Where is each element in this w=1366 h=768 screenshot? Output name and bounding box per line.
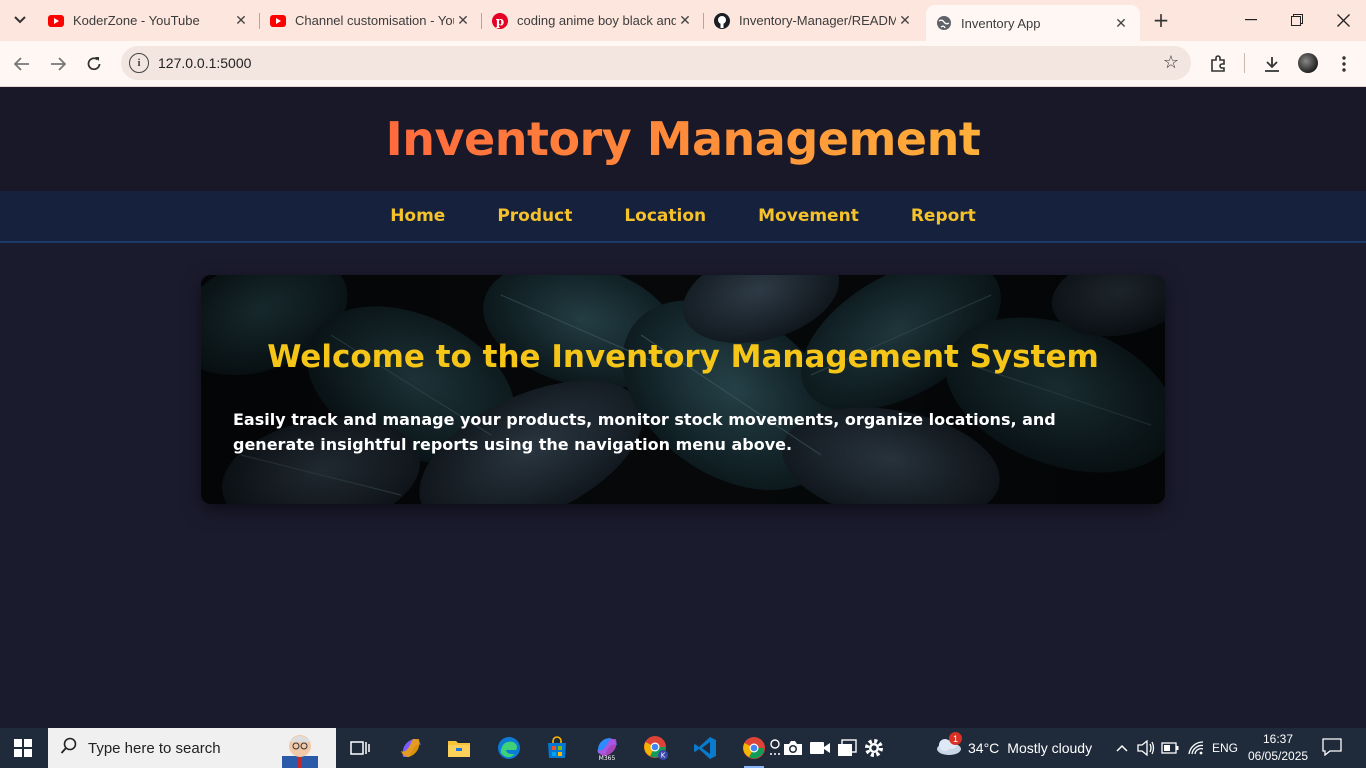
nav-link-home[interactable]: Home — [390, 206, 445, 226]
tab-koderzone[interactable]: KoderZone - YouTube ✕ — [38, 5, 260, 36]
wifi-icon[interactable] — [1184, 734, 1208, 762]
tab-pinterest[interactable]: p coding anime boy black and ✕ — [482, 5, 704, 36]
hero-description: Easily track and manage your products, m… — [233, 410, 1056, 454]
tab-title: coding anime boy black and — [517, 13, 676, 28]
hero-overlay — [201, 275, 1165, 504]
edge-browser-icon[interactable] — [495, 734, 523, 762]
tab-title: Channel customisation - You — [295, 13, 454, 28]
clock-time: 16:37 — [1262, 732, 1294, 746]
restore-icon[interactable] — [1274, 0, 1320, 40]
windows-start-icon[interactable] — [14, 739, 32, 757]
tab-channel-customisation[interactable]: Channel customisation - You ✕ — [260, 5, 482, 36]
address-bar[interactable]: i 127.0.0.1:5000 ☆ — [121, 46, 1191, 80]
browser-tab-strip: KoderZone - YouTube ✕ Channel customisat… — [0, 0, 1366, 41]
reload-icon[interactable] — [80, 50, 108, 78]
globe-icon — [936, 15, 952, 31]
notification-center-icon[interactable] — [1322, 738, 1344, 758]
tab-close-icon[interactable]: ✕ — [676, 12, 694, 30]
input-language[interactable]: ENG — [1212, 728, 1238, 768]
task-view-icon[interactable] — [346, 734, 374, 762]
new-tab-plus-icon[interactable]: + — [1149, 8, 1173, 32]
youtube-icon — [270, 13, 286, 29]
pinterest-icon: p — [492, 12, 508, 29]
tab-title: Inventory App — [961, 15, 1041, 31]
windows-overlay-icon[interactable] — [833, 734, 861, 762]
tab-title: KoderZone - YouTube — [73, 13, 200, 28]
hero-heading: Welcome to the Inventory Management Syst… — [267, 339, 1099, 375]
minimize-icon[interactable] — [1228, 0, 1274, 40]
tab-github-readme[interactable]: Inventory-Manager/READM ✕ — [704, 5, 924, 36]
nav-link-movement[interactable]: Movement — [758, 206, 859, 226]
nav-link-report[interactable]: Report — [911, 206, 976, 226]
back-arrow-icon[interactable] — [8, 50, 36, 78]
m365-icon[interactable]: M365 — [593, 734, 621, 762]
battery-icon[interactable] — [1158, 734, 1182, 762]
tab-close-icon[interactable]: ✕ — [232, 12, 250, 30]
tab-close-icon[interactable]: ✕ — [1112, 14, 1130, 32]
tab-search-chevron-icon[interactable] — [8, 8, 32, 32]
profile-avatar[interactable] — [1298, 53, 1318, 73]
weather-condition: Mostly cloudy — [1007, 740, 1093, 756]
tab-close-icon[interactable]: ✕ — [454, 12, 472, 30]
svg-text:p: p — [496, 14, 504, 28]
microsoft-store-icon[interactable] — [543, 734, 571, 762]
taskbar-clock[interactable]: 16:37 06/05/2025 — [1248, 731, 1308, 765]
forward-arrow-icon[interactable] — [44, 50, 72, 78]
youtube-icon — [48, 13, 64, 29]
site-header: Inventory Management — [0, 87, 1366, 191]
cloudy-weather-icon: 1 — [934, 732, 964, 760]
toolbar-divider — [1244, 53, 1245, 73]
volume-icon[interactable] — [1134, 734, 1158, 762]
search-icon — [60, 737, 78, 760]
clock-date: 06/05/2025 — [1248, 749, 1309, 763]
welcome-hero-card: Welcome to the Inventory Management Syst… — [201, 275, 1165, 504]
site-title: Inventory Management — [385, 112, 981, 166]
extensions-puzzle-icon[interactable] — [1205, 51, 1231, 77]
weather-widget[interactable]: 1 34°C Mostly cloudy — [934, 728, 1092, 768]
menu-kebab-icon[interactable] — [1331, 51, 1357, 77]
weather-temperature: 34°C — [968, 740, 1000, 756]
window-close-icon[interactable] — [1320, 0, 1366, 40]
web-page: Inventory Management Home Product Locati… — [0, 87, 1366, 728]
url-text[interactable]: 127.0.0.1:5000 — [158, 55, 251, 71]
browser-toolbar: i 127.0.0.1:5000 ☆ — [0, 41, 1366, 87]
settings-gear-icon[interactable] — [860, 734, 888, 762]
nav-link-location[interactable]: Location — [624, 206, 706, 226]
nav-link-product[interactable]: Product — [497, 206, 572, 226]
show-hidden-icons-chevron-icon[interactable] — [1110, 734, 1134, 762]
svg-text:M365: M365 — [599, 755, 616, 761]
tab-inventory-app[interactable]: Inventory App ✕ — [926, 5, 1140, 41]
file-explorer-icon[interactable] — [445, 734, 473, 762]
downloads-icon[interactable] — [1259, 51, 1285, 77]
tab-close-icon[interactable]: ✕ — [896, 12, 914, 30]
copilot-icon[interactable] — [397, 734, 425, 762]
windows-taskbar: Type here to search M365 K 1 34°C Mostly… — [0, 728, 1366, 768]
vscode-icon[interactable] — [691, 734, 719, 762]
chrome-profile-icon[interactable]: K — [642, 734, 670, 762]
svg-text:K: K — [661, 752, 666, 760]
search-highlight-illustration — [282, 735, 318, 768]
site-info-icon[interactable]: i — [129, 53, 149, 73]
video-record-icon[interactable] — [806, 734, 834, 762]
tab-title: Inventory-Manager/READM — [739, 13, 896, 28]
taskbar-search-box[interactable]: Type here to search — [48, 728, 336, 768]
search-placeholder: Type here to search — [88, 740, 221, 757]
github-icon — [714, 12, 730, 29]
camera-screenshot-icon[interactable] — [779, 734, 807, 762]
weather-alert-badge: 1 — [949, 732, 962, 745]
main-navbar: Home Product Location Movement Report — [0, 191, 1366, 243]
bookmark-star-icon[interactable]: ☆ — [1163, 52, 1179, 73]
